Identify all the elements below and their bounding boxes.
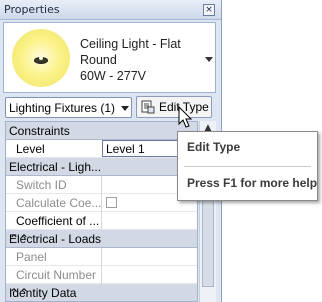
light-fixture-highlight [39,56,43,60]
ceiling-light-icon [12,29,70,87]
group-header-label: Electrical - Ligh... [9,160,102,174]
chevron-down-icon [121,106,129,111]
group-header-constraints[interactable]: Constraints [6,122,197,140]
edit-type-tooltip: Edit Type Press F1 for more help [177,131,318,201]
property-label: Circuit Number [16,268,97,282]
collapse-group-icon[interactable]: ⌃⌃ [9,232,29,246]
tooltip-help-text: Press F1 for more help [187,176,318,190]
calculate-coefficient-checkbox[interactable] [106,197,117,208]
property-grid: Constraints Level Level 1 Electrical - L… [5,121,198,302]
edit-type-button[interactable]: Edit Type [136,96,212,118]
property-label: Coefficient of ... [16,214,100,228]
property-row-switch-id[interactable]: Switch ID [6,176,197,194]
category-filter-dropdown[interactable]: Lighting Fixtures (1) [5,97,132,118]
property-label: Level [16,142,45,156]
palette-title: Properties [4,3,60,16]
group-header-electrical-loads[interactable]: Electrical - Loads ⌃⌃ [6,230,197,248]
tooltip-divider [184,166,311,167]
property-row-level[interactable]: Level Level 1 [6,140,197,158]
group-header-label: Constraints [9,124,70,138]
type-name-line2: Round [80,53,117,67]
palette-titlebar[interactable]: Properties × [0,0,221,20]
property-row-calculate-coefficient[interactable]: Calculate Coe... [6,194,197,212]
close-button[interactable]: × [203,4,215,16]
type-name-line3: 60W - 277V [80,69,147,83]
property-label: Panel [16,250,47,264]
tooltip-title: Edit Type [187,140,241,154]
edit-type-icon [141,100,155,114]
type-dropdown-arrow-icon[interactable] [205,57,213,62]
collapse-group-icon[interactable]: ⌃⌃ [9,286,29,300]
type-selector[interactable]: Ceiling Light - Flat Round 60W - 277V [3,22,216,93]
group-header-identity-data[interactable]: Identity Data ⌃⌃ [6,284,197,301]
level-value: Level 1 [106,142,145,156]
property-row-panel[interactable]: Panel [6,248,197,266]
property-label: Switch ID [16,178,67,192]
type-name-line1: Ceiling Light - Flat [80,37,181,51]
group-header-electrical-lighting[interactable]: Electrical - Ligh... [6,158,197,176]
property-row-circuit-number[interactable]: Circuit Number [6,266,197,284]
mouse-pointer-icon [178,106,193,128]
category-filter-label: Lighting Fixtures (1) [9,101,116,115]
property-label: Calculate Coe... [16,196,102,210]
property-row-coefficient-of[interactable]: Coefficient of ... [6,212,197,230]
